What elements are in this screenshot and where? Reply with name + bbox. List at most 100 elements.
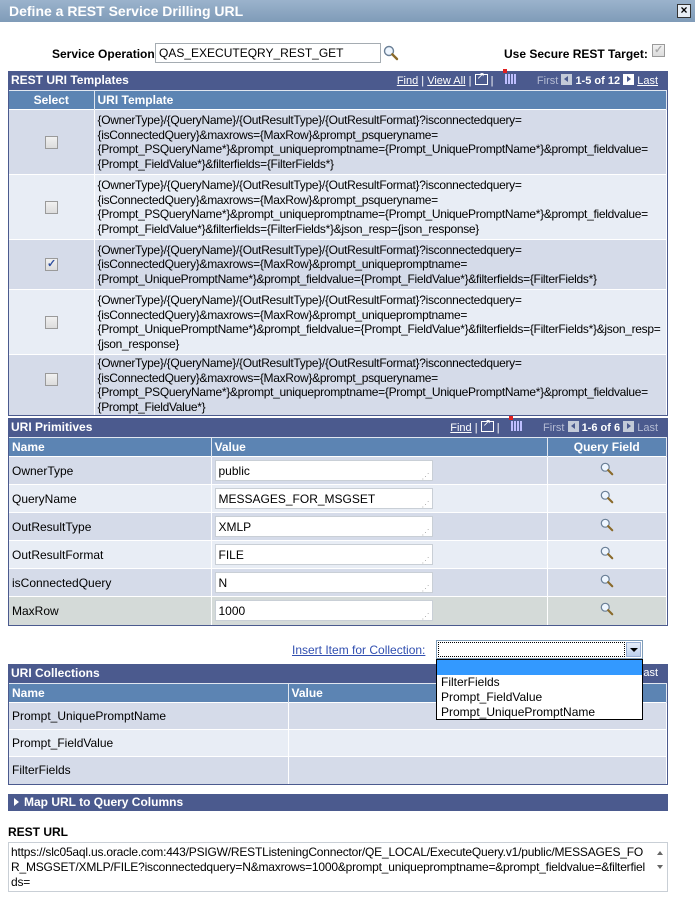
search-icon[interactable]: [383, 45, 399, 61]
secure-rest-target-label: Use Secure REST Target:: [504, 47, 648, 61]
collection-name: Prompt_FieldValue: [9, 729, 289, 757]
close-icon[interactable]: ×: [677, 4, 691, 18]
selected-value: [438, 642, 625, 657]
rest-url-textarea[interactable]: https://slc05aql.us.oracle.com:443/PSIGW…: [8, 842, 668, 892]
table-row: {OwnerType}/{QueryName}/{OutResultType}/…: [9, 289, 667, 355]
search-icon[interactable]: [600, 546, 614, 560]
previous-row-icon: [567, 421, 579, 432]
previous-row-icon: [561, 74, 573, 85]
last-link[interactable]: Last: [637, 75, 658, 87]
grid-title: REST URI Templates: [11, 73, 129, 87]
section-label: Map URL to Query Columns: [24, 795, 184, 809]
search-icon[interactable]: [600, 602, 614, 616]
primitive-name: MaxRow: [9, 596, 212, 625]
search-icon[interactable]: [600, 518, 614, 532]
primitive-value-input[interactable]: XMLP: [214, 516, 433, 537]
table-row: QueryName MESSAGES_FOR_MSGSET: [9, 484, 667, 513]
next-row-icon[interactable]: [623, 74, 635, 85]
collection-name: Prompt_UniquePromptName: [9, 702, 289, 730]
column-header-uri-template[interactable]: URI Template: [98, 93, 174, 107]
insert-collection-select[interactable]: [436, 640, 643, 659]
expand-triangle-icon: [14, 798, 19, 806]
uri-template-text: {OwnerType}/{QueryName}/{OutResultType}/…: [94, 174, 667, 240]
table-row: OutResultFormat FILE: [9, 540, 667, 569]
grid-navigation: Find | | First 1-6 of 6 Last: [450, 416, 658, 434]
row-range: 1-6 of 6: [581, 422, 621, 434]
insert-item-for-collection-link[interactable]: Insert Item for Collection:: [292, 643, 425, 657]
column-header-value: Value: [211, 437, 548, 457]
grid-title: URI Collections: [11, 666, 100, 680]
download-grid-icon[interactable]: [508, 416, 522, 431]
find-link[interactable]: Find: [397, 75, 418, 87]
select-checkbox[interactable]: [45, 201, 58, 214]
select-checkbox[interactable]: [45, 136, 58, 149]
service-operation-label: Service Operation: [52, 47, 155, 61]
find-link[interactable]: Find: [450, 422, 471, 434]
chevron-down-icon[interactable]: [626, 642, 641, 657]
dropdown-option[interactable]: Prompt_FieldValue: [437, 690, 642, 705]
separator: |: [468, 75, 472, 87]
download-grid-icon[interactable]: [502, 69, 516, 84]
primitive-value-input[interactable]: FILE: [214, 544, 433, 565]
select-checkbox[interactable]: [45, 316, 58, 329]
table-row: {OwnerType}/{QueryName}/{OutResultType}/…: [9, 239, 667, 290]
grid-header: URI Primitives Find | | First 1-6 of 6 L…: [8, 416, 668, 437]
uri-template-text: {OwnerType}/{QueryName}/{OutResultType}/…: [94, 239, 667, 290]
primitive-value-input[interactable]: N: [214, 572, 433, 593]
select-checkbox[interactable]: [45, 373, 58, 386]
column-header-name: Name: [9, 437, 212, 457]
primitive-value-input[interactable]: public: [214, 460, 433, 481]
column-header-select[interactable]: Select: [34, 93, 69, 107]
table-row: {OwnerType}/{QueryName}/{OutResultType}/…: [9, 109, 667, 175]
primitive-value-input[interactable]: MESSAGES_FOR_MSGSET: [214, 488, 433, 509]
dropdown-option-blank[interactable]: [437, 660, 642, 675]
zoom-grid-icon[interactable]: [474, 71, 488, 85]
uri-template-text: {OwnerType}/{QueryName}/{OutResultType}/…: [94, 289, 667, 355]
collection-value: [288, 756, 667, 784]
collection-name: FilterFields: [9, 756, 289, 784]
service-operation-input[interactable]: QAS_EXECUTEQRY_REST_GET: [155, 43, 381, 63]
view-all-link[interactable]: View All: [427, 75, 465, 87]
uri-template-text: {OwnerType}/{QueryName}/{OutResultType}/…: [94, 354, 667, 415]
rest-url-label: REST URL: [8, 825, 68, 839]
primitive-name: OwnerType: [9, 456, 212, 485]
primitive-name: OutResultFormat: [9, 540, 212, 569]
row-range: 1-5 of 12: [575, 75, 621, 87]
separator: |: [474, 422, 478, 434]
next-row-icon: [623, 421, 635, 432]
scroll-up-icon[interactable]: [657, 851, 663, 855]
separator: |: [496, 422, 500, 434]
table-row: {OwnerType}/{QueryName}/{OutResultType}/…: [9, 174, 667, 240]
rest-url-text: https://slc05aql.us.oracle.com:443/PSIGW…: [11, 845, 646, 889]
uri-primitives-grid: URI Primitives Find | | First 1-6 of 6 L…: [8, 416, 668, 626]
uri-template-text: {OwnerType}/{QueryName}/{OutResultType}/…: [94, 109, 667, 175]
insert-collection-dropdown: FilterFields Prompt_FieldValue Prompt_Un…: [436, 659, 643, 720]
grid-title: URI Primitives: [11, 420, 93, 434]
separator: |: [490, 75, 494, 87]
dropdown-option[interactable]: FilterFields: [437, 675, 642, 690]
grid-header: REST URI Templates Find | View All | | F…: [8, 69, 668, 90]
secure-rest-target-checkbox: [652, 43, 665, 57]
primitive-name: OutResultType: [9, 512, 212, 541]
search-icon[interactable]: [600, 574, 614, 588]
table-row: Prompt_FieldValue: [9, 729, 667, 757]
table-row: isConnectedQuery N: [9, 568, 667, 597]
rest-uri-templates-grid: REST URI Templates Find | View All | | F…: [8, 69, 668, 416]
last-label: Last: [637, 422, 658, 434]
grid-navigation: Find | View All | | First 1-5 of 12 Last: [397, 69, 658, 87]
window-title: Define a REST Service Drilling URL: [9, 3, 244, 19]
select-checkbox[interactable]: [45, 257, 58, 271]
search-icon[interactable]: [600, 490, 614, 504]
primitive-value-input[interactable]: 1000: [214, 600, 433, 622]
primitive-name: QueryName: [9, 484, 212, 513]
zoom-grid-icon[interactable]: [480, 418, 494, 432]
separator: |: [421, 75, 425, 87]
scroll-down-icon[interactable]: [657, 865, 663, 869]
search-icon[interactable]: [600, 462, 614, 476]
map-url-to-query-columns-toggle[interactable]: Map URL to Query Columns: [8, 794, 668, 811]
window-titlebar: Define a REST Service Drilling URL ×: [0, 0, 695, 22]
dropdown-option[interactable]: Prompt_UniquePromptName: [437, 705, 642, 720]
column-header-query-field: Query Field: [547, 437, 667, 457]
table-row: MaxRow 1000: [9, 596, 667, 625]
table-row: FilterFields: [9, 756, 667, 784]
